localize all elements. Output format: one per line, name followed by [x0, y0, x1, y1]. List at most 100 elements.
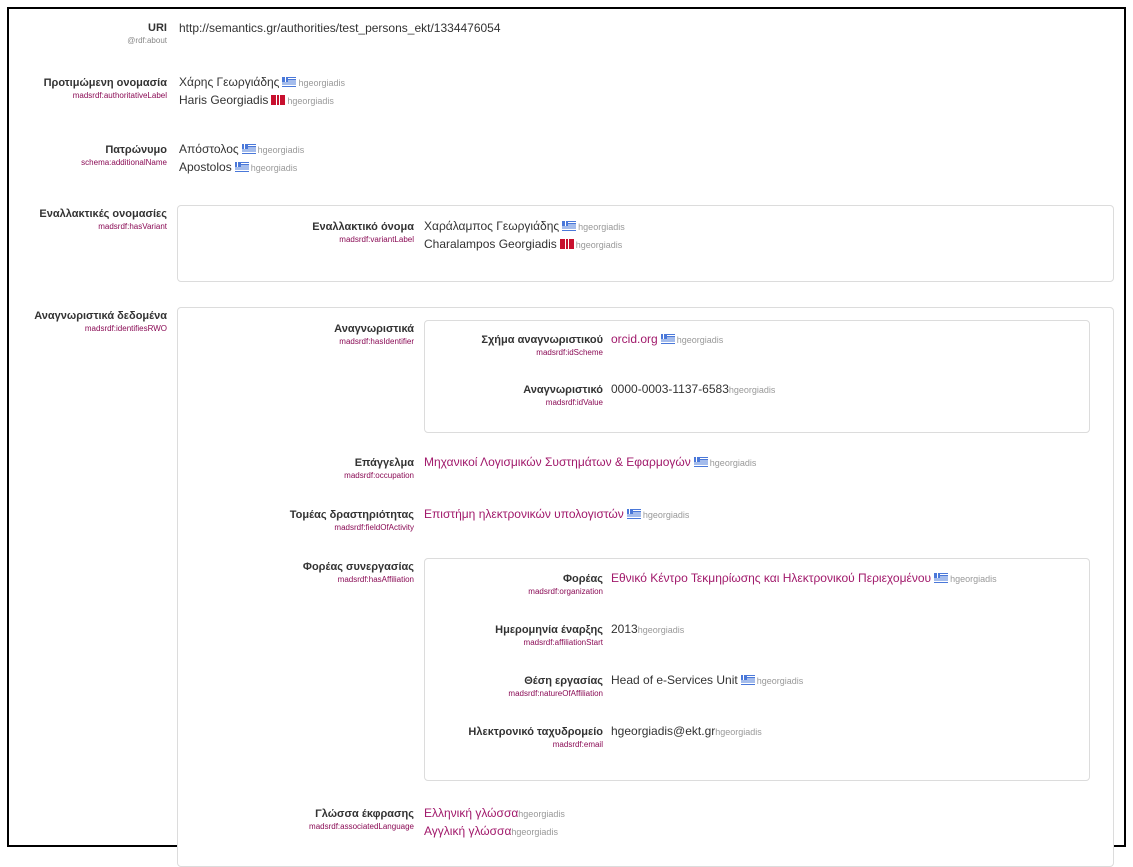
- occupation-label-text: Επάγγελμα: [354, 457, 414, 469]
- record-frame: URI @rdf:about http://semantics.gr/autho…: [7, 7, 1126, 867]
- value-text: Apostolos: [179, 160, 232, 174]
- affiliation-box: Φορέας madsrdf:organization Εθνικό Κέντρ…: [424, 558, 1090, 781]
- user-tag: hgeorgiadis: [728, 385, 776, 395]
- variant-values: Χαράλαμπος Γεωργιάδης hgeorgiadis Charala…: [424, 217, 625, 253]
- language-prop: madsrdf:associatedLanguage: [309, 822, 414, 831]
- user-tag: hgeorgiadis: [715, 727, 762, 737]
- uri-label-text: URI: [148, 22, 167, 34]
- position-value: Head of e-Services Unit hgeorgiadis: [611, 671, 803, 689]
- preferred-name-label-text: Προτιμώμενη ονομασία: [43, 77, 167, 89]
- greek-flag-icon: [693, 457, 708, 467]
- patronymic-value: Apostolos hgeorgiadis: [179, 158, 304, 176]
- organization-label: Φορέας madsrdf:organization: [413, 572, 603, 597]
- language-label-text: Γλώσσα έκφρασης: [315, 808, 414, 820]
- english-flag-icon: [559, 239, 574, 249]
- greek-flag-icon: [740, 675, 755, 685]
- variant-value: Χαράλαμπος Γεωργιάδης hgeorgiadis: [424, 217, 625, 235]
- id-scheme-label-text: Σχήμα αναγνωριστικού: [481, 334, 603, 346]
- field-value: Επιστήμη ηλεκτρονικών υπολογιστών hgeorgi…: [424, 505, 689, 523]
- user-tag: hgeorgiadis: [511, 827, 558, 837]
- preferred-name-prop: madsrdf:authoritativeLabel: [72, 91, 167, 100]
- patronymic-prop: schema:additionalName: [81, 158, 167, 167]
- language-link[interactable]: Ελληνική γλώσσα: [424, 806, 518, 820]
- patronymic-label: Πατρώνυμο schema:additionalName: [17, 143, 167, 168]
- email-value: hgeorgiadis@ekt.grhgeorgiadis: [611, 722, 762, 740]
- user-tag: hgeorgiadis: [257, 145, 305, 155]
- field-link[interactable]: Επιστήμη ηλεκτρονικών υπολογιστών: [424, 507, 624, 521]
- id-scheme-label: Σχήμα αναγνωριστικού madsrdf:idScheme: [413, 333, 603, 358]
- id-value-label: Αναγνωριστικό madsrdf:idValue: [413, 383, 603, 408]
- language-link[interactable]: Αγγλική γλώσσα: [424, 824, 511, 838]
- organization-link[interactable]: Εθνικό Κέντρο Τεκμηρίωσης και Ηλεκτρονικ…: [611, 571, 931, 585]
- variants-label: Εναλλακτικές ονομασίες madsrdf:hasVarian…: [17, 207, 167, 232]
- affiliation-prop: madsrdf:hasAffiliation: [337, 575, 414, 584]
- occupation-link[interactable]: Μηχανικοί Λογισμικών Συστημάτων & Εφαρμο…: [424, 455, 691, 469]
- language-value: Αγγλική γλώσσαhgeorgiadis: [424, 822, 565, 840]
- affiliation-label: Φορέας συνεργασίας madsrdf:hasAffiliatio…: [214, 560, 414, 585]
- greek-flag-icon: [282, 77, 297, 87]
- organization-label-text: Φορέας: [563, 573, 603, 585]
- patronymic-value: Απόστολος hgeorgiadis: [179, 140, 304, 158]
- start-label: Ημερομηνία έναρξης madsrdf:affiliationSt…: [413, 623, 603, 648]
- preferred-name-label: Προτιμώμενη ονομασία madsrdf:authoritati…: [17, 76, 167, 101]
- value-text: Απόστολος: [179, 142, 239, 156]
- variant-label-text: Εναλλακτικό όνομα: [312, 221, 414, 233]
- uri-text[interactable]: http://semantics.gr/authorities/test_per…: [179, 21, 501, 35]
- value-text: Χαράλαμπος Γεωργιάδης: [424, 219, 560, 233]
- identifiers-label-text: Αναγνωριστικά: [334, 323, 414, 335]
- start-prop: madsrdf:affiliationStart: [523, 638, 603, 647]
- user-tag: hgeorgiadis: [676, 335, 724, 345]
- organization-prop: madsrdf:organization: [528, 587, 603, 596]
- position-label: Θέση εργασίας madsrdf:natureOfAffiliatio…: [413, 674, 603, 699]
- identifiers-prop: madsrdf:hasIdentifier: [339, 337, 414, 346]
- user-tag: hgeorgiadis: [287, 96, 334, 106]
- position-label-text: Θέση εργασίας: [524, 675, 603, 687]
- preferred-name-value: Χάρης Γεωργιάδης hgeorgiadis: [179, 73, 345, 91]
- position-text: Head of e-Services Unit: [611, 673, 738, 687]
- id-scheme-value: orcid.org hgeorgiadis: [611, 330, 723, 348]
- email-text[interactable]: hgeorgiadis@ekt.gr: [611, 724, 715, 738]
- patronymic-label-text: Πατρώνυμο: [105, 144, 167, 156]
- variants-prop: madsrdf:hasVariant: [98, 222, 167, 231]
- variants-box: Εναλλακτικό όνομα madsrdf:variantLabel Χ…: [177, 205, 1114, 282]
- organization-value: Εθνικό Κέντρο Τεκμηρίωσης και Ηλεκτρονικ…: [611, 569, 997, 587]
- language-value: Ελληνική γλώσσαhgeorgiadis: [424, 804, 565, 822]
- variant-prop: madsrdf:variantLabel: [339, 235, 414, 244]
- identifying-label: Αναγνωριστικά δεδομένα madsrdf:identifie…: [17, 309, 167, 334]
- preferred-name-values: Χάρης Γεωργιάδης hgeorgiadis Haris Georgi…: [179, 73, 345, 109]
- id-scheme-prop: madsrdf:idScheme: [536, 348, 603, 357]
- occupation-prop: madsrdf:occupation: [344, 471, 414, 480]
- user-tag: hgeorgiadis: [637, 625, 685, 635]
- uri-label: URI @rdf:about: [17, 21, 167, 46]
- affiliation-label-text: Φορέας συνεργασίας: [302, 561, 414, 573]
- english-flag-icon: [271, 95, 286, 105]
- email-label: Ηλεκτρονικό ταχυδρομείο madsrdf:email: [413, 725, 603, 750]
- user-tag: hgeorgiadis: [518, 809, 565, 819]
- identifiers-label: Αναγνωριστικά madsrdf:hasIdentifier: [214, 322, 414, 347]
- user-tag: hgeorgiadis: [642, 510, 690, 520]
- id-value-value: 0000-0003-1137-6583hgeorgiadis: [611, 380, 775, 398]
- greek-flag-icon: [934, 573, 949, 583]
- user-tag: hgeorgiadis: [709, 458, 757, 468]
- user-tag: hgeorgiadis: [950, 574, 997, 584]
- occupation-value: Μηχανικοί Λογισμικών Συστημάτων & Εφαρμο…: [424, 453, 756, 471]
- value-text: Χάρης Γεωργιάδης: [179, 75, 280, 89]
- field-label-text: Τομέας δραστηριότητας: [289, 509, 414, 521]
- identifying-prop: madsrdf:identifiesRWO: [84, 324, 167, 333]
- greek-flag-icon: [234, 162, 249, 172]
- uri-prop: @rdf:about: [127, 36, 167, 45]
- user-tag: hgeorgiadis: [578, 222, 625, 232]
- user-tag: hgeorgiadis: [575, 240, 623, 250]
- user-tag: hgeorgiadis: [756, 676, 804, 686]
- start-label-text: Ημερομηνία έναρξης: [495, 624, 603, 636]
- language-label: Γλώσσα έκφρασης madsrdf:associatedLangua…: [214, 807, 414, 832]
- uri-value: http://semantics.gr/authorities/test_per…: [179, 19, 501, 37]
- id-value-prop: madsrdf:idValue: [545, 398, 603, 407]
- id-value-text: 0000-0003-1137-6583: [611, 382, 729, 396]
- email-prop: madsrdf:email: [552, 740, 603, 749]
- greek-flag-icon: [241, 144, 256, 154]
- occupation-label: Επάγγελμα madsrdf:occupation: [214, 456, 414, 481]
- id-scheme-link[interactable]: orcid.org: [611, 332, 658, 346]
- field-prop: madsrdf:fieldOfActivity: [334, 523, 414, 532]
- preferred-name-value: Haris Georgiadis hgeorgiadis: [179, 91, 345, 109]
